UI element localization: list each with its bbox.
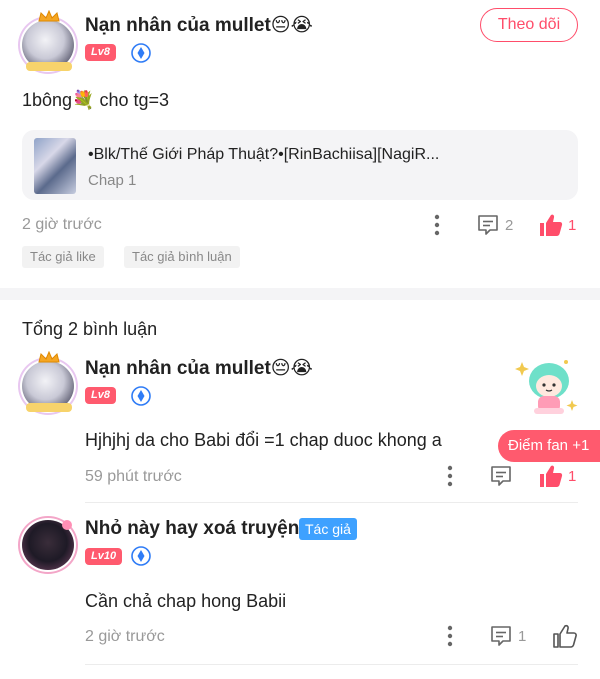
crown-icon (38, 351, 60, 363)
avatar-ribbon (26, 403, 72, 412)
comment-icon[interactable] (489, 624, 513, 648)
tag-author-liked: Tác giả like (22, 246, 104, 268)
post-author-name[interactable]: Nạn nhân của mullet😔😭 (85, 14, 313, 37)
verified-icon (131, 546, 151, 566)
comment-icon[interactable] (476, 213, 500, 237)
chapter-title: •Blk/Thế Giới Pháp Thuật?•[RinBachiisa][… (88, 146, 440, 163)
thumbs-up-icon[interactable] (538, 463, 564, 489)
chapter-subtitle: Chap 1 (88, 172, 137, 189)
tag-author-commented: Tác giả bình luận (124, 246, 240, 268)
comment-icon[interactable] (489, 464, 513, 488)
author-badge: Tác giả (299, 518, 357, 540)
chapter-thumbnail (34, 138, 76, 194)
comment-reply-count: 1 (518, 628, 527, 645)
comments-total: Tổng 2 bình luận (22, 319, 158, 339)
comment-divider (85, 664, 578, 665)
crown-icon (38, 10, 60, 22)
post-timestamp: 2 giờ trước (22, 216, 102, 233)
post-text: 1bông💐 cho tg=3 (22, 90, 170, 110)
chapter-card[interactable]: •Blk/Thế Giới Pháp Thuật?•[RinBachiisa][… (22, 130, 578, 200)
thumbs-up-icon[interactable] (538, 212, 564, 238)
post-comment-count: 2 (505, 217, 514, 234)
comment-timestamp: 2 giờ trước (85, 628, 165, 645)
thumbs-up-icon[interactable] (552, 623, 578, 649)
level-badge: Lv10 (85, 548, 123, 565)
more-vertical-icon[interactable] (443, 464, 457, 488)
verified-icon (131, 386, 151, 406)
comment-divider (85, 502, 578, 503)
comment-timestamp: 59 phút trước (85, 468, 182, 485)
sticker-mascot-icon (514, 354, 584, 424)
follow-button[interactable]: Theo dõi (480, 8, 578, 42)
level-badge: Lv8 (85, 44, 116, 61)
comment-text: Hjhjhj da cho Babi đổi =1 chap duoc khon… (85, 430, 442, 450)
level-badge: Lv8 (85, 387, 116, 404)
avatar-decoration (60, 518, 74, 532)
comment-author-name[interactable]: Nạn nhân của mullet😔😭 (85, 357, 313, 380)
comment-author-name[interactable]: Nhỏ này hay xoá truyện (85, 518, 299, 540)
verified-icon (131, 43, 151, 63)
post-like-count: 1 (568, 217, 577, 234)
comment-text: Cần chả chap hong Babii (85, 591, 287, 611)
comment-like-count: 1 (568, 468, 577, 485)
avatar-ribbon (26, 62, 72, 71)
section-separator (0, 288, 600, 300)
more-vertical-icon[interactable] (443, 624, 457, 648)
more-vertical-icon[interactable] (430, 213, 444, 237)
fan-points-bubble: Điểm fan +1 (498, 430, 600, 462)
